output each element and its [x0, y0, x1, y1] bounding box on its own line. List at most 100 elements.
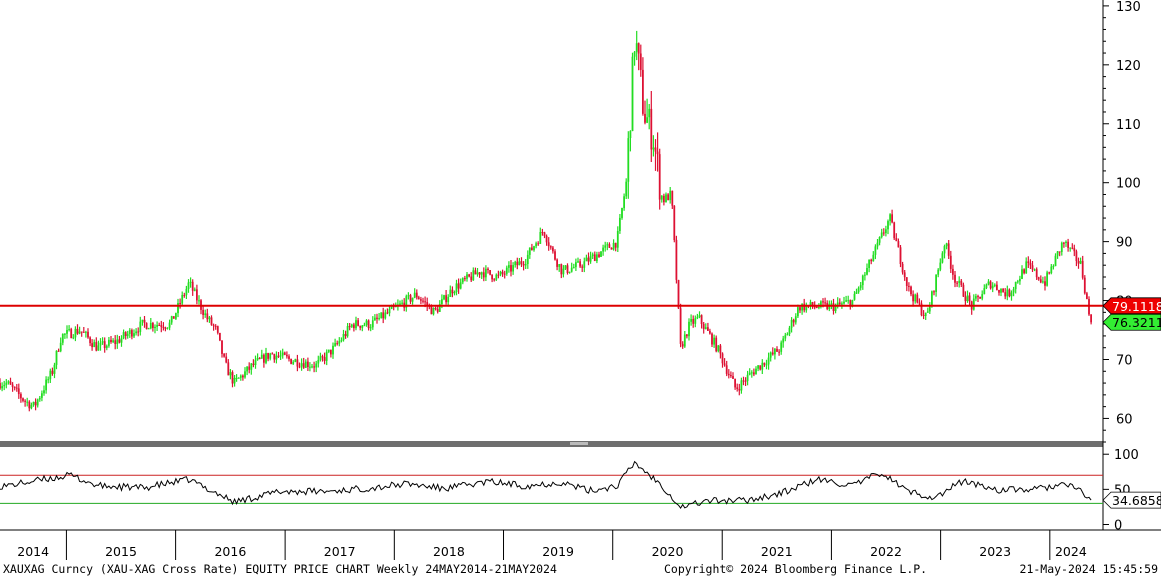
candle-body: [864, 274, 866, 276]
candle-body: [614, 242, 617, 248]
candle-body: [61, 334, 64, 343]
candle-body: [855, 292, 858, 294]
candle-body: [489, 270, 491, 275]
candle-body: [709, 330, 711, 334]
candle-body: [926, 311, 929, 313]
last-price-label: 76.3211: [1112, 315, 1161, 330]
candle-body: [256, 358, 259, 360]
candle-body: [962, 284, 965, 297]
candle-body: [166, 327, 169, 329]
candle-body: [947, 243, 950, 256]
candle-body: [227, 362, 230, 376]
candle-body: [453, 292, 456, 294]
candle-body: [570, 267, 573, 272]
candle-body: [80, 331, 83, 333]
candle-body: [9, 381, 12, 385]
candle-body: [193, 289, 196, 291]
candle-body: [531, 247, 533, 251]
candle-body: [778, 351, 780, 353]
candle-body: [790, 319, 793, 328]
candle-body: [204, 313, 207, 315]
candle-body: [1075, 251, 1078, 261]
candle-body: [417, 297, 420, 300]
rsi-tick-label: 100: [1114, 448, 1139, 463]
candle-body: [359, 325, 362, 328]
candle-body: [1050, 266, 1053, 274]
candle-body: [41, 393, 43, 398]
candle-body: [283, 352, 286, 355]
candle-body: [133, 333, 135, 337]
rsi-tick-label: 0: [1114, 518, 1122, 533]
candle-body: [313, 366, 315, 368]
candle-body: [181, 295, 184, 304]
candle-body: [696, 317, 699, 319]
candle-body: [514, 261, 517, 266]
candle-body: [564, 265, 567, 269]
candle-body: [311, 366, 313, 368]
candle-body: [908, 285, 910, 287]
candle-body: [725, 365, 728, 374]
candle-body: [688, 321, 690, 337]
candle-body: [707, 327, 709, 331]
candle-body: [72, 337, 75, 339]
candle-body: [1042, 281, 1044, 283]
candle-body: [755, 368, 757, 375]
candle-body: [172, 316, 175, 319]
candle-body: [686, 334, 688, 337]
candle-body: [734, 378, 736, 388]
candle-body: [949, 255, 952, 269]
price-tick-label: 130: [1116, 0, 1141, 15]
rsi-value-label: 34.6858: [1112, 493, 1161, 508]
rsi-pane: [0, 447, 1103, 530]
candle-body: [451, 289, 454, 294]
candle-body: [401, 302, 403, 304]
candle-body: [939, 262, 942, 270]
candle-body: [698, 315, 701, 318]
candle-body: [975, 296, 977, 299]
candle-body: [889, 214, 891, 222]
candle-body: [367, 320, 370, 329]
candle-body: [57, 350, 60, 352]
candle-body: [935, 274, 937, 292]
candle-body: [598, 254, 600, 257]
candle-body: [307, 361, 309, 367]
candle-body: [774, 348, 776, 355]
year-label: 2016: [214, 544, 246, 559]
candle-body: [147, 328, 150, 330]
candle-body: [604, 245, 607, 248]
candle-body: [459, 282, 462, 289]
candle-body: [857, 287, 860, 293]
candle-body: [918, 302, 921, 304]
candle-body: [34, 401, 37, 406]
candle-body: [26, 401, 29, 403]
candle-body: [116, 339, 119, 344]
candle-body: [1044, 281, 1046, 286]
candle-body: [1027, 261, 1030, 263]
candle-body: [0, 383, 1, 389]
candle-body: [445, 295, 447, 303]
candle-body: [87, 331, 89, 338]
candle-body: [51, 370, 54, 374]
candle-body: [1031, 265, 1034, 270]
candle-body: [631, 56, 634, 132]
candle-body: [713, 337, 715, 345]
ma-price-label: 79.1118: [1112, 299, 1161, 314]
candle-body: [120, 338, 123, 343]
candle-body: [642, 69, 644, 114]
candle-body: [485, 268, 487, 278]
candle-body: [993, 284, 996, 286]
candle-body: [981, 294, 984, 299]
candle-body: [841, 303, 843, 305]
candle-body: [552, 247, 554, 252]
candle-body: [537, 243, 540, 245]
candle-body: [214, 325, 217, 327]
candle-body: [430, 305, 433, 315]
candle-body: [893, 222, 896, 239]
candle-body: [353, 324, 355, 329]
candle-body: [248, 366, 251, 370]
candle-body: [277, 355, 280, 357]
candle-body: [541, 232, 544, 233]
candle-body: [528, 247, 531, 255]
footer-copyright: Copyright© 2024 Bloomberg Finance L.P.: [664, 562, 928, 576]
candle-body: [677, 280, 680, 309]
